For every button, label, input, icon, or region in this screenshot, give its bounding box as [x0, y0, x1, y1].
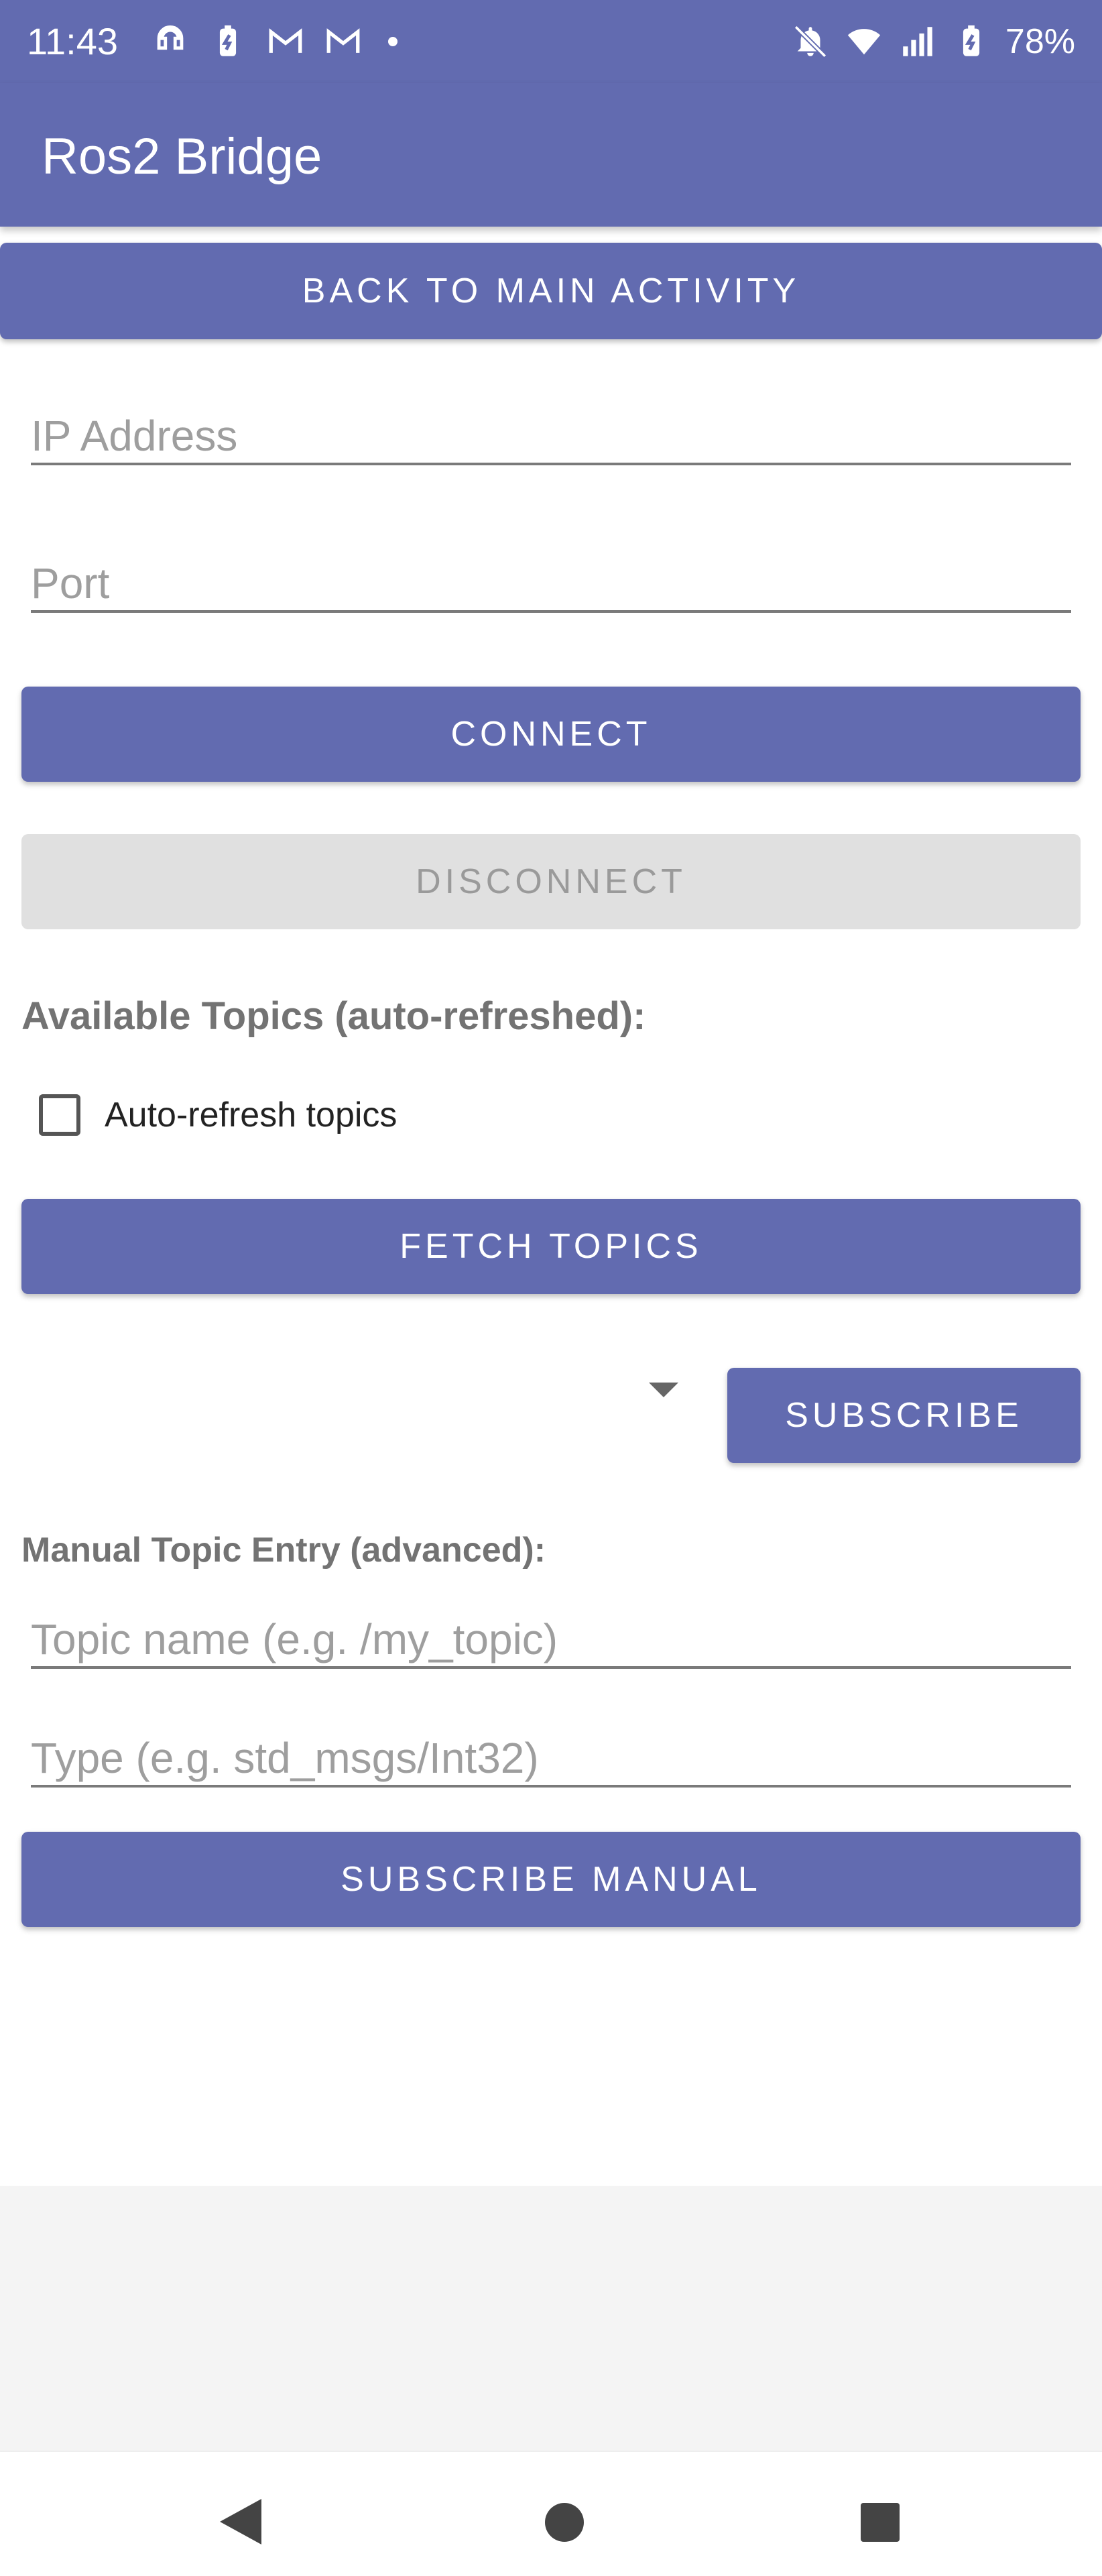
battery-saver-icon [219, 25, 237, 56]
gmail-icon [269, 28, 302, 53]
port-input[interactable] [31, 557, 1071, 610]
status-right-icons: 78% [791, 20, 1075, 63]
notifications-off-icon [794, 25, 827, 58]
status-bar: 11:43 78% [0, 0, 1102, 83]
topic-name-input[interactable] [31, 1613, 1071, 1666]
home-icon[interactable] [545, 2503, 584, 2542]
fetch-topics-button[interactable]: FETCH TOPICS [21, 1199, 1081, 1294]
subscribe-button[interactable]: SUBSCRIBE [727, 1368, 1081, 1463]
battery-charging-icon [963, 25, 980, 56]
topic-spinner[interactable] [21, 1368, 692, 1462]
recents-icon[interactable] [861, 2503, 900, 2542]
dropdown-arrow-icon [649, 1383, 678, 1397]
available-topics-label: Available Topics (auto-refreshed): [21, 994, 646, 1038]
wifi-icon [847, 29, 881, 55]
notification-dot-icon [388, 37, 397, 46]
type-field[interactable] [31, 1731, 1071, 1788]
cell-signal-icon [903, 27, 932, 56]
auto-refresh-label: Auto-refresh topics [105, 1096, 397, 1134]
ip-address-input[interactable] [31, 409, 1071, 463]
auto-refresh-checkbox-row[interactable]: Auto-refresh topics [39, 1094, 397, 1136]
type-input[interactable] [31, 1731, 1071, 1785]
headset-icon [157, 25, 184, 50]
ip-address-field[interactable] [31, 409, 1071, 465]
manual-topic-entry-label: Manual Topic Entry (advanced): [21, 1531, 546, 1570]
gmail-icon [326, 28, 360, 53]
navigation-bar [0, 2451, 1102, 2576]
empty-area [0, 2186, 1102, 2451]
back-to-main-button[interactable]: BACK TO MAIN ACTIVITY [0, 243, 1102, 339]
back-icon[interactable] [220, 2499, 261, 2544]
battery-percent: 78% [1005, 22, 1075, 61]
port-field[interactable] [31, 557, 1071, 613]
topic-name-field[interactable] [31, 1613, 1071, 1669]
status-time: 11:43 [27, 20, 118, 62]
disconnect-button[interactable]: DISCONNECT [21, 834, 1081, 929]
connect-button[interactable]: CONNECT [21, 687, 1081, 782]
status-left-icons [151, 20, 397, 63]
subscribe-manual-button[interactable]: SUBSCRIBE MANUAL [21, 1832, 1081, 1927]
app-title: Ros2 Bridge [42, 128, 322, 185]
auto-refresh-checkbox[interactable] [39, 1094, 80, 1136]
app-bar: Ros2 Bridge [0, 83, 1102, 227]
